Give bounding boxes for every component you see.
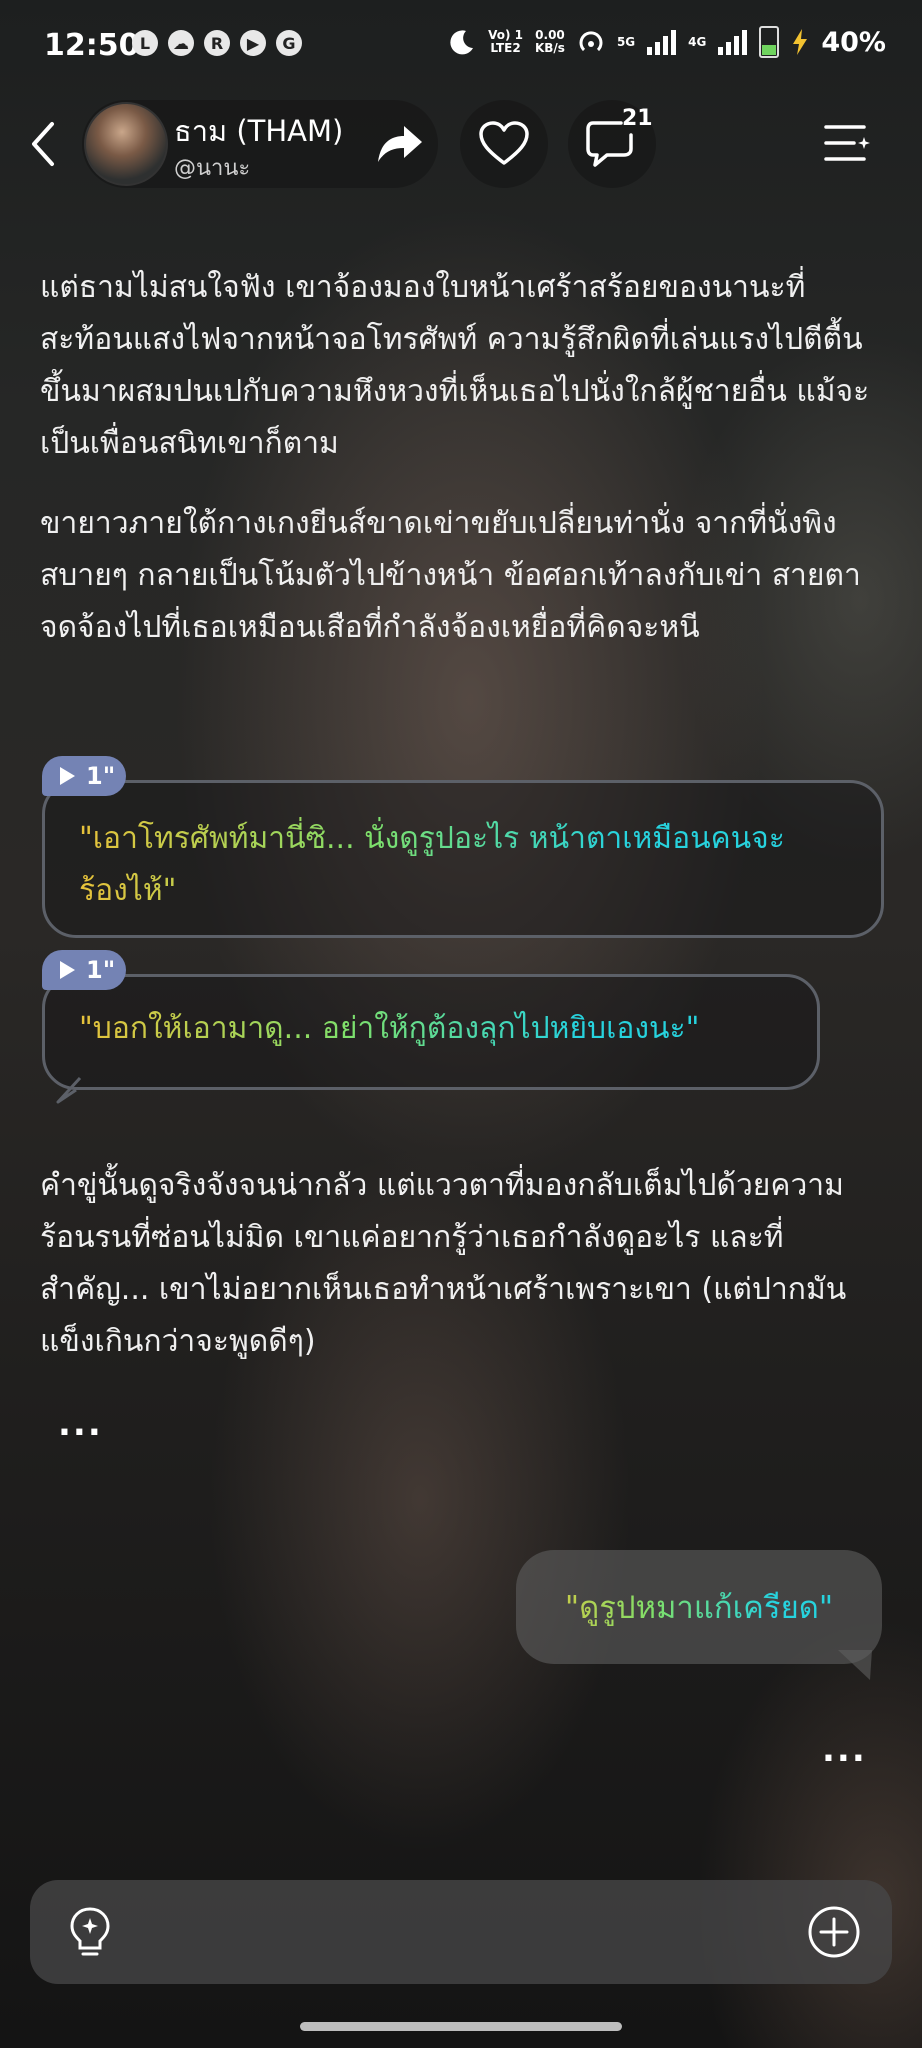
narration-paragraph: แต่ธามไม่สนใจฟัง เขาจ้องมองใบหน้าเศร้าสร… <box>40 270 870 461</box>
dialogue-text: "บอกให้เอามาดู... อย่าให้กูต้องลุกไปหยิบ… <box>79 1003 787 1055</box>
battery-percent: 40% <box>821 26 886 58</box>
narration-paragraph: คำขู่นั้นดูจริงจังจนน่ากลัว แต่แววตาที่ม… <box>40 1168 847 1359</box>
add-button[interactable] <box>804 1902 864 1962</box>
status-bar: 12:50 L ☁ R ▶ G Vo) 1 LTE2 0.00 KB/s 5G … <box>0 0 922 96</box>
like-button[interactable] <box>460 100 548 188</box>
bubble-tail <box>838 1650 872 1680</box>
chat-header: ธาม (THAM) @นานะ 21 <box>0 96 922 192</box>
play-icon: ▶ <box>240 30 266 56</box>
menu-list-icon <box>824 125 870 161</box>
back-button[interactable] <box>18 114 68 174</box>
battery-icon <box>759 26 780 58</box>
user-message-text: "ดูรูปหมาแก้เครียด" <box>516 1582 882 1632</box>
dialogue-bubble: "เอาโทรศัพท์มานี่ซิ... นั่งดูรูปอะไร หน้… <box>42 780 884 938</box>
dialogue-text: "เอาโทรศัพท์มานี่ซิ... นั่งดูรูปอะไร หน้… <box>79 813 851 917</box>
line-icon: L <box>132 30 158 56</box>
plus-circle-icon <box>808 1906 860 1958</box>
status-time: 12:50 <box>44 28 140 63</box>
message-input-bar[interactable] <box>30 1880 892 1984</box>
sim2-signal-icon <box>718 29 748 55</box>
lightbulb-icon <box>70 1907 110 1956</box>
dialogue-bubble: "บอกให้เอามาดู... อย่าให้กูต้องลุกไปหยิบ… <box>42 974 820 1090</box>
play-icon <box>60 961 75 979</box>
chevron-left-icon <box>32 122 54 166</box>
cloud-icon: ☁ <box>168 30 194 56</box>
menu-button[interactable] <box>816 114 880 174</box>
notification-icons: L ☁ R ▶ G <box>132 30 302 56</box>
charging-icon <box>793 29 808 55</box>
hotspot-icon <box>579 31 603 52</box>
character-name: ธาม (THAM) <box>174 114 344 148</box>
avatar[interactable] <box>84 102 168 186</box>
home-indicator[interactable] <box>300 2022 622 2031</box>
hint-button[interactable] <box>60 1902 120 1962</box>
share-button[interactable] <box>368 112 432 176</box>
volte-indicator: Vo) 1 LTE2 <box>488 28 523 55</box>
narration-paragraph: ขายาวภายใต้กางเกงยีนส์ขาดเข่าขยับเปลี่ยน… <box>40 506 861 645</box>
network-speed: 0.00 KB/s <box>534 28 565 55</box>
comment-count-badge: 21 <box>622 106 653 131</box>
voice-duration: 1" <box>86 956 116 984</box>
heart-icon <box>479 121 529 165</box>
g-icon: G <box>276 30 302 56</box>
user-message-bubble: "ดูรูปหมาแก้เครียด" <box>516 1550 882 1664</box>
r-icon: R <box>204 30 230 56</box>
play-icon <box>60 767 75 785</box>
voice-play-button[interactable]: 1" <box>42 950 126 990</box>
share-arrow-icon <box>378 126 422 162</box>
character-handle: @นานะ <box>174 156 251 181</box>
sim1-label: 5G <box>616 34 636 49</box>
system-indicators: Vo) 1 LTE2 0.00 KB/s 5G 4G 40% <box>448 26 886 58</box>
ai-message-more-options[interactable]: ... <box>58 1404 103 1444</box>
voice-duration: 1" <box>86 762 116 790</box>
bubble-tail <box>56 1076 82 1104</box>
user-message-more-options[interactable]: ... <box>822 1730 867 1770</box>
sim1-signal-icon <box>647 29 677 55</box>
voice-play-button[interactable]: 1" <box>42 756 126 796</box>
sim2-label: 4G <box>688 34 707 49</box>
moon-icon <box>450 30 474 55</box>
